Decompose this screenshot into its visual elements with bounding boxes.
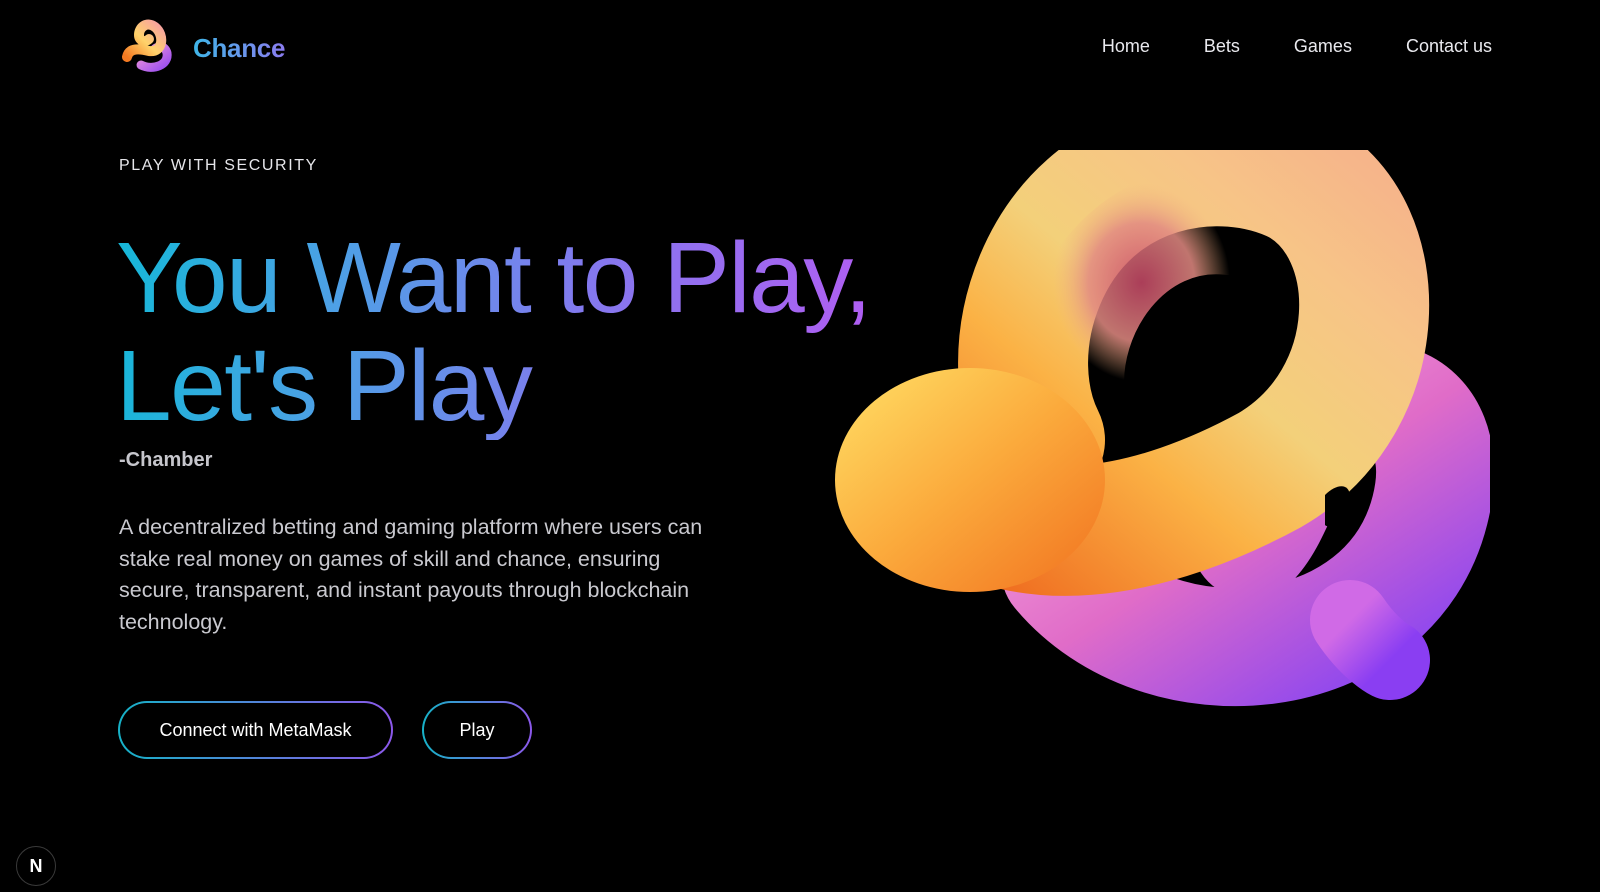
nav-bets-link[interactable]: Bets [1204,36,1240,56]
nextjs-icon[interactable]: N [16,846,56,886]
top-navbar: Chance Home Bets Games Contact us [0,0,1600,96]
hero-headline-line2: Let's Play [116,330,532,442]
play-button[interactable]: Play [422,701,532,759]
brand-name: Chance [193,32,286,63]
hero-author: -Chamber [119,449,213,471]
brand-link[interactable]: Chance [119,19,285,77]
nav-games-link[interactable]: Games [1294,36,1352,56]
swirl-knot-icon [122,19,172,72]
nav-contact-link[interactable]: Contact us [1406,36,1492,56]
3d-knot-icon [835,150,1490,707]
nav-menu: Home Bets Games Contact us [1102,36,1492,57]
connect-metamask-button[interactable]: Connect with MetaMask [118,701,393,759]
hero-headline: You Want to Play, Let's Play [116,224,871,440]
hero-eyebrow: PLAY WITH SECURITY [119,157,318,174]
nav-home-link[interactable]: Home [1102,36,1150,56]
hero-headline-line1: You Want to Play, [116,222,871,334]
hero-description: A decentralized betting and gaming platf… [119,515,703,634]
